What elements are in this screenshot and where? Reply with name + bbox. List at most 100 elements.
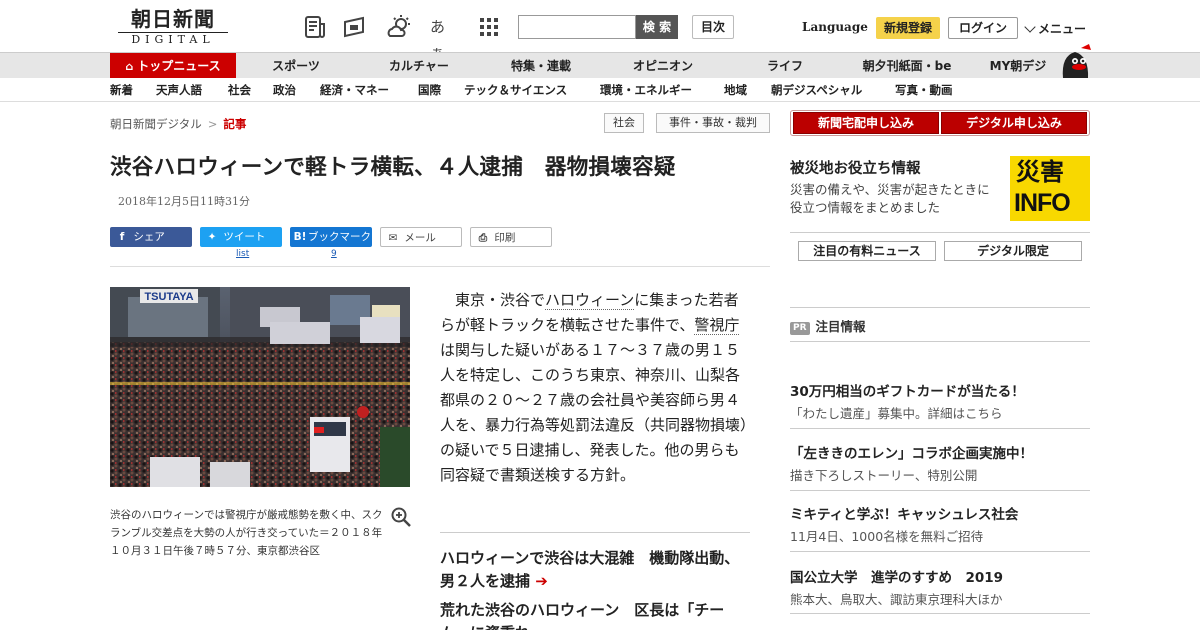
hatena-bookmark-button[interactable]: B! ブックマーク (290, 227, 372, 247)
nav2-environment[interactable]: 環境・エネルギー (600, 78, 692, 102)
related-article-2[interactable]: 荒れた渋谷のハロウィーン 区長は「チーム…に資重れ (440, 599, 750, 630)
paid-news-button[interactable]: 注目の有料ニュース (798, 241, 936, 261)
nav2-economy[interactable]: 経済・マネー (320, 78, 389, 102)
login-button[interactable]: ログイン (948, 17, 1018, 39)
disaster-logo-bottom: INFO (1014, 189, 1071, 217)
nav2-region[interactable]: 地域 (724, 78, 747, 102)
sidebar-divider-7 (790, 613, 1090, 614)
related-article-1-title: ハロウィーンで渋谷は大混雑 機動隊出動、男２人を逮捕 (440, 549, 740, 590)
tag-incident[interactable]: 事件・事故・裁判 (656, 113, 770, 133)
font-size-icon[interactable]: あぁ (430, 14, 456, 62)
nav-paper[interactable]: 朝夕刊紙面・be (848, 53, 966, 79)
article-photo[interactable]: TSUTAYA (110, 287, 410, 487)
sidebar-divider-6 (790, 551, 1090, 552)
mail-icon: ✉ (388, 232, 398, 244)
pr-item-4-desc: 熊本大、鳥取大、諏訪東京理科大ほか (790, 592, 1003, 607)
menu-label: メニュー (1038, 22, 1087, 36)
pr-section-label: PR 注目情報 (790, 316, 866, 335)
menu-button[interactable]: メニュー (1024, 20, 1087, 37)
twitter-share-label: ツイート (223, 231, 266, 243)
pr-item-3-desc: 11月4日、1000名様を無料ご招待 (790, 529, 984, 544)
twitter-share-button[interactable]: ✦ ツイート (200, 227, 282, 247)
nav2-international[interactable]: 国際 (418, 78, 441, 102)
disaster-logo-top: 災害 (1016, 158, 1064, 186)
secondary-nav: 新着 天声人語 社会 政治 経済・マネー 国際 テック＆サイエンス 環境・エネル… (0, 78, 1200, 102)
mascot-icon[interactable] (1055, 42, 1095, 80)
disaster-info-title[interactable]: 被災地お役立ち情報 (790, 157, 921, 178)
printer-icon: ⎙ (478, 232, 488, 244)
nav-culture[interactable]: カルチャー (368, 53, 470, 79)
nav-sports[interactable]: スポーツ (246, 53, 346, 79)
scramble-crossing-photo: TSUTAYA (110, 287, 410, 487)
pr-item-3-title[interactable]: ミキティと学ぶ！キャッシュレス社会 (790, 503, 1018, 523)
pr-item-1-desc: 「わたし遺産」募集中。詳細はこちら (790, 406, 1003, 421)
hatena-count[interactable]: 9 (331, 249, 337, 259)
tsutaya-sign: TSUTAYA (144, 291, 193, 303)
language-link[interactable]: Language (802, 20, 868, 34)
zoom-in-icon[interactable] (390, 506, 412, 528)
primary-nav: ⌂ トップニュース スポーツ カルチャー 特集・連載 オピニオン ライフ 朝夕刊紙… (0, 52, 1200, 79)
nav-top-news[interactable]: ⌂ トップニュース (110, 53, 236, 79)
digital-only-button[interactable]: デジタル限定 (944, 241, 1082, 261)
pr-item-1-title[interactable]: 30万円相当のギフトカードが当たる！ (790, 380, 1025, 400)
breadcrumb-current: 記事 (223, 117, 247, 131)
disaster-info-desc: 災害の備えや、災害が起きたときに役立つ情報をまとめました (790, 182, 990, 215)
sidebar-divider-2 (790, 307, 1090, 308)
facebook-share-button[interactable]: f シェア (110, 227, 192, 247)
site-header: 朝日新聞 DIGITAL あぁ 検 索 目次 Language 新規登録 ログイ… (0, 0, 1200, 62)
logo-main-text: 朝日新聞 (131, 7, 215, 31)
keyword-police-link[interactable]: 警視庁 (694, 316, 740, 335)
pr-label-text: 注目情報 (815, 319, 866, 334)
print-label: 印刷 (494, 232, 516, 244)
article-date: 2018年12月5日11時31分 (118, 195, 250, 208)
nav-my-asahi[interactable]: MY朝デジ (978, 53, 1058, 79)
index-button[interactable]: 目次 (692, 15, 734, 39)
facebook-share-label: シェア (133, 231, 165, 243)
twitter-count[interactable]: list (236, 249, 249, 259)
article-body-part3: は関与した疑いがある１７～３７歳の男１５人を特定し、このうち東京、神奈川、山梨各… (440, 341, 748, 484)
nav2-tech[interactable]: テック＆サイエンス (464, 78, 567, 102)
search-button[interactable]: 検 索 (636, 15, 678, 39)
search-input[interactable] (518, 15, 636, 39)
related-article-1[interactable]: ハロウィーンで渋谷は大混雑 機動隊出動、男２人を逮捕 ➔ (440, 547, 750, 593)
print-button[interactable]: ⎙ 印刷 (470, 227, 552, 247)
news-icon[interactable] (302, 14, 328, 40)
disaster-info-logo[interactable]: 災害 INFO (1010, 156, 1090, 221)
breadcrumb: 朝日新聞デジタル > 記事 (110, 116, 246, 132)
subscribe-digital-button[interactable]: デジタル申し込み (941, 112, 1087, 134)
grid-icon[interactable] (476, 14, 502, 40)
twitter-icon: ✦ (207, 231, 217, 243)
breadcrumb-home[interactable]: 朝日新聞デジタル (110, 117, 202, 131)
pr-item-4-title[interactable]: 国公立大学 進学のすすめ 2019 (790, 566, 1003, 586)
home-icon: ⌂ (125, 60, 134, 73)
related-divider (440, 532, 750, 533)
weather-icon[interactable] (386, 14, 412, 40)
facebook-icon: f (119, 231, 125, 243)
pr-item-2-desc: 描き下ろしストーリー、特別公開 (790, 468, 978, 483)
nav-features[interactable]: 特集・連載 (490, 53, 592, 79)
nav-life[interactable]: ライフ (734, 53, 836, 79)
subscribe-paper-button[interactable]: 新聞宅配申し込み (793, 112, 939, 134)
nav2-photo-video[interactable]: 写真・動画 (895, 78, 953, 102)
nav-opinion[interactable]: オピニオン (612, 53, 714, 79)
pr-item-2-title[interactable]: 「左ききのエレン」コラボ企画実施中！ (790, 442, 1033, 462)
sidebar-divider-3 (790, 341, 1090, 342)
mail-share-button[interactable]: ✉ メール (380, 227, 462, 247)
site-logo[interactable]: 朝日新聞 DIGITAL (118, 8, 228, 46)
article-headline: 渋谷ハロウィーンで軽トラ横転、４人逮捕 器物損壊容疑 (110, 155, 676, 180)
sidebar-divider-5 (790, 490, 1090, 491)
register-button[interactable]: 新規登録 (876, 17, 940, 39)
arrow-right-icon: ➔ (530, 572, 548, 590)
photo-caption: 渋谷のハロウィーンでは警視庁が厳戒態勢を敷く中、スクランブル交差点を大勢の人が行… (110, 509, 383, 557)
mail-share-label: メール (404, 232, 436, 244)
tag-society[interactable]: 社会 (604, 113, 644, 133)
flag-icon[interactable] (342, 14, 368, 40)
keyword-halloween-link[interactable]: ハロウィーン (545, 291, 635, 310)
nav2-new[interactable]: 新着 (110, 78, 133, 102)
nav2-tenseijingo[interactable]: 天声人語 (156, 78, 202, 102)
pr-badge: PR (790, 322, 810, 335)
nav2-society[interactable]: 社会 (228, 78, 251, 102)
nav2-politics[interactable]: 政治 (273, 78, 296, 102)
nav2-special[interactable]: 朝デジスペシャル (771, 78, 862, 102)
sidebar-divider-4 (790, 428, 1090, 429)
